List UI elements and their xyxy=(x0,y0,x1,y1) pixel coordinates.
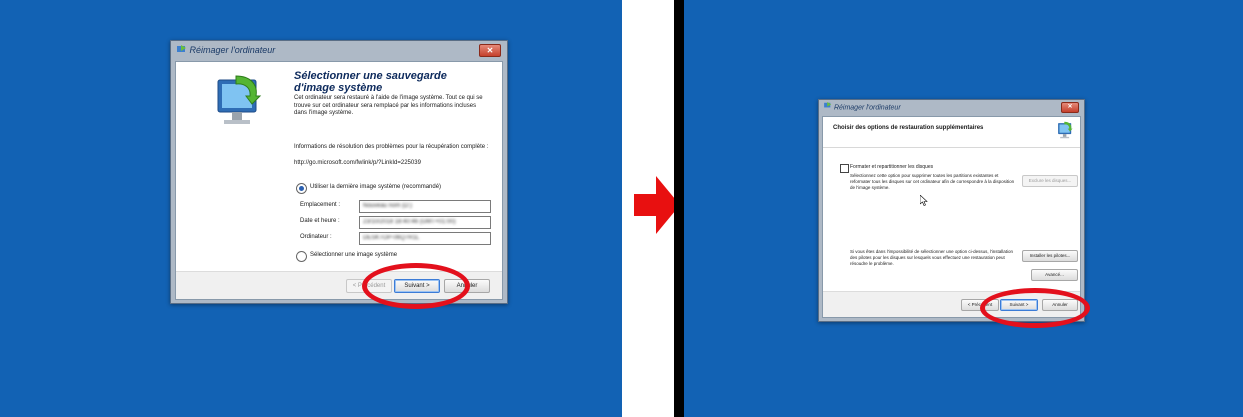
radio-latest-label: Utiliser la dernière image système (reco… xyxy=(310,184,442,190)
close-button[interactable]: ✕ xyxy=(479,44,501,57)
install-drivers-button[interactable]: Installer les pilotes... xyxy=(1022,250,1078,262)
mouse-cursor-icon xyxy=(919,193,928,211)
format-description: Sélectionnez cette option pour supprimer… xyxy=(850,173,1015,190)
dialog-header: Choisir des options de restauration supp… xyxy=(833,125,984,131)
left-screenshot-panel: Réimager l'ordinateur ✕ Sélectionner une… xyxy=(0,0,622,417)
computer-restore-icon xyxy=(212,74,264,137)
red-highlight-circle xyxy=(980,288,1090,328)
radio-latest-image[interactable] xyxy=(296,183,307,194)
dialog-title: Réimager l'ordinateur xyxy=(833,104,901,112)
radio-select-image[interactable] xyxy=(296,251,307,262)
restore-title-icon xyxy=(824,100,832,115)
computer-label: Ordinateur : xyxy=(300,234,332,240)
location-field: Nouveau nom (D:) xyxy=(359,200,491,213)
close-button[interactable]: ✕ xyxy=(1061,102,1079,113)
red-highlight-circle xyxy=(362,263,470,309)
location-label: Emplacement : xyxy=(300,202,341,208)
intro-text: Cet ordinateur sera restauré à l'aide de… xyxy=(294,95,483,116)
computer-field: DESKTOP-06Q7R1L xyxy=(359,232,491,245)
dialog-titlebar: Réimager l'ordinateur xyxy=(819,100,1084,115)
dialog-title: Réimager l'ordinateur xyxy=(189,45,276,55)
dialog-heading: Sélectionner une sauvegarde d'image syst… xyxy=(294,70,447,94)
troubleshoot-text: Informations de résolution des problèmes… xyxy=(294,144,489,150)
dialog-header-band: Choisir des options de restauration supp… xyxy=(823,117,1080,148)
reimage-dialog-left: Réimager l'ordinateur ✕ Sélectionner une… xyxy=(170,40,508,304)
dialog-client-area: Sélectionner une sauvegarde d'image syst… xyxy=(175,61,503,300)
computer-restore-icon xyxy=(1056,121,1074,146)
help-link[interactable]: http://go.microsoft.com/fwlink/p/?LinkId… xyxy=(294,160,490,168)
right-screenshot-panel: Réimager l'ordinateur ✕ Choisir des opti… xyxy=(684,0,1243,417)
exclude-disks-button[interactable]: Exclure les disques... xyxy=(1022,175,1078,187)
datetime-field: 23/10/2018 18:40:46 (GMT+01:00) xyxy=(359,216,491,229)
format-disks-checkbox[interactable] xyxy=(840,164,849,173)
panel-divider xyxy=(674,0,684,417)
drivers-description: Si vous êtes dans l'impossibilité de sél… xyxy=(850,249,1014,266)
advanced-button[interactable]: Avancé... xyxy=(1031,269,1078,281)
radio-select-label: Sélectionner une image système xyxy=(310,252,398,258)
format-disks-label: Formater et repartitionner les disques xyxy=(850,164,934,170)
restore-title-icon xyxy=(177,42,187,60)
dialog-titlebar: Réimager l'ordinateur xyxy=(171,41,507,59)
datetime-label: Date et heure : xyxy=(300,218,340,224)
